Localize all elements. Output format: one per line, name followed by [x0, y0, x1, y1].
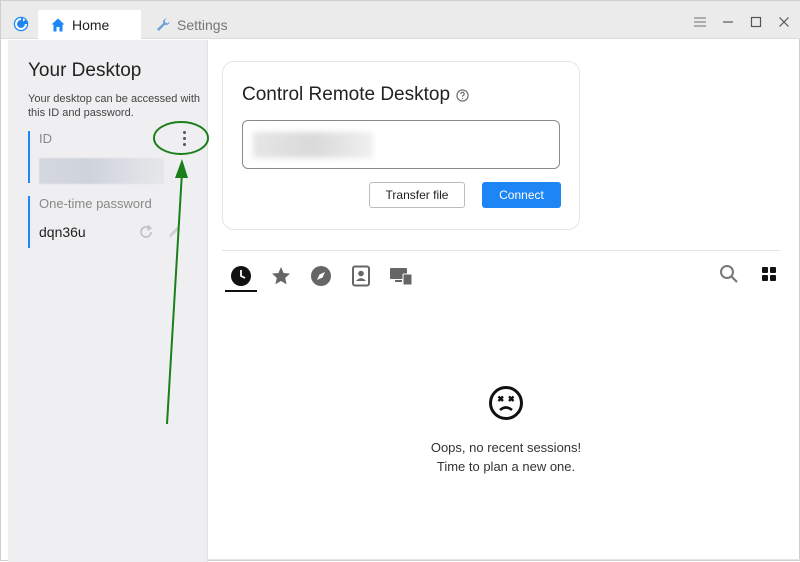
- sad-face-icon: [489, 386, 523, 420]
- window-controls: [693, 15, 791, 29]
- sidebar: Your Desktop Your desktop can be accesse…: [8, 40, 208, 562]
- section-divider: [222, 250, 780, 251]
- peer-tools: [719, 264, 777, 284]
- tab-group[interactable]: [385, 262, 417, 290]
- password-label: One-time password: [39, 196, 152, 211]
- more-icon-dot: [182, 130, 186, 134]
- search-icon[interactable]: [719, 264, 739, 284]
- address-book-icon: [352, 265, 370, 287]
- tab-discovered[interactable]: [305, 262, 337, 290]
- password-section: One-time password dqn36u: [28, 196, 180, 248]
- hamburger-icon: [694, 17, 706, 27]
- id-label: ID: [39, 131, 52, 146]
- more-icon-dot: [182, 136, 186, 140]
- app-window: Home Settings Your Desktop Your desktop …: [0, 0, 800, 562]
- tab-home-label: Home: [72, 16, 110, 33]
- refresh-icon[interactable]: [137, 223, 155, 241]
- control-remote-card: Control Remote Desktop Transfer file Con…: [222, 61, 580, 230]
- menu-button[interactable]: [693, 15, 707, 29]
- sidebar-title: Your Desktop: [28, 60, 142, 81]
- bottom-divider: [208, 559, 800, 560]
- home-icon: [51, 18, 65, 31]
- empty-state: Oops, no recent sessions! Time to plan a…: [391, 385, 621, 476]
- grid-view-icon[interactable]: [761, 266, 777, 282]
- password-value[interactable]: dqn36u: [39, 224, 86, 240]
- control-title-row: Control Remote Desktop: [242, 84, 469, 106]
- empty-message-line1: Oops, no recent sessions!: [430, 440, 582, 455]
- more-icon-dot: [182, 142, 186, 146]
- transfer-file-button[interactable]: Transfer file: [369, 182, 465, 208]
- id-options-button[interactable]: [176, 129, 192, 147]
- close-button[interactable]: [777, 15, 791, 29]
- favorites-icon: [272, 267, 290, 285]
- tab-recent[interactable]: [225, 262, 257, 292]
- sidebar-description: Your desktop can be accessed with this I…: [28, 93, 201, 119]
- peer-tabs: [225, 262, 417, 292]
- title-bar: Home Settings: [1, 1, 800, 39]
- edit-icon[interactable]: [166, 223, 182, 241]
- tab-favorites[interactable]: [265, 262, 297, 290]
- app-logo-icon: [13, 16, 29, 32]
- maximize-icon: [750, 16, 762, 28]
- id-value-blurred[interactable]: [39, 158, 164, 184]
- tab-address-book[interactable]: [345, 262, 377, 290]
- empty-message-line2: Time to plan a new one.: [436, 459, 576, 474]
- discovered-icon: [311, 266, 331, 286]
- remote-id-input[interactable]: [242, 120, 560, 169]
- tab-settings-label: Settings: [177, 16, 228, 33]
- id-section: ID: [28, 131, 178, 184]
- maximize-button[interactable]: [749, 15, 763, 29]
- tab-settings[interactable]: Settings: [143, 10, 240, 39]
- control-title: Control Remote Desktop: [242, 84, 451, 105]
- minimize-icon: [723, 21, 733, 23]
- connect-button[interactable]: Connect: [482, 182, 561, 208]
- help-icon[interactable]: [456, 88, 469, 102]
- group-icon: [390, 268, 413, 286]
- remote-id-value-blurred: [253, 132, 373, 158]
- close-icon: [779, 17, 789, 27]
- minimize-button[interactable]: [721, 15, 735, 29]
- recent-icon: [231, 266, 251, 286]
- wrench-icon: [157, 18, 170, 31]
- tab-home[interactable]: Home: [38, 10, 141, 39]
